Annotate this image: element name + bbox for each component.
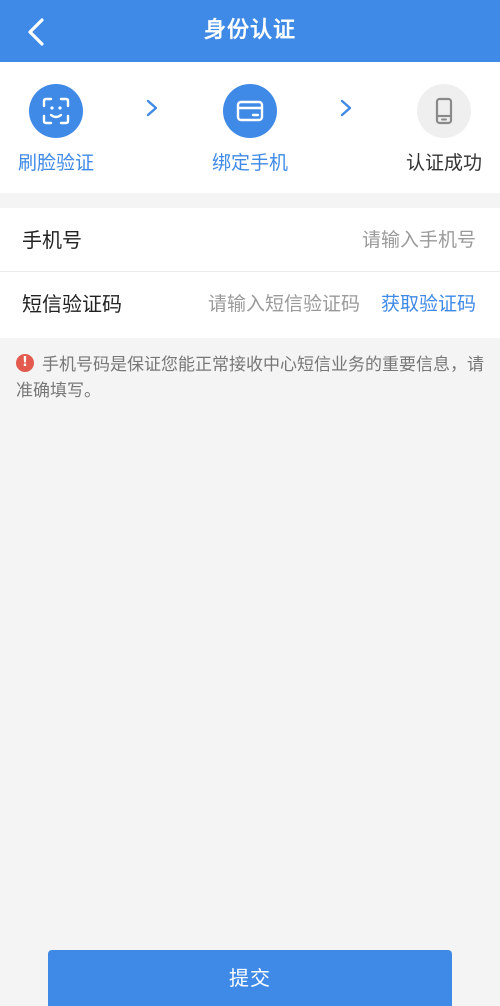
notice: ! 手机号码是保证您能正常接收中心短信业务的重要信息，请准确填写。	[16, 352, 484, 404]
step-label: 刷脸验证	[17, 152, 94, 174]
step-circle	[223, 84, 277, 138]
step-label: 认证成功	[405, 152, 482, 174]
step-circle	[417, 84, 471, 138]
identity-verification-page: 身份认证 刷脸验证 绑定手机 认证成功 手机号 请输入手机号 短信验证码 请输入…	[0, 0, 500, 1006]
top-bar: 身份认证	[0, 0, 500, 62]
get-code-button[interactable]: 获取验证码	[381, 272, 476, 336]
verification-form: 手机号 短信验证码 获取验证码	[0, 208, 500, 338]
face-scan-icon	[42, 97, 70, 125]
notice-text: 手机号码是保证您能正常接收中心短信业务的重要信息，请准确填写。	[16, 355, 484, 401]
sms-code-input[interactable]	[160, 284, 360, 324]
step-label: 绑定手机	[211, 152, 288, 174]
phone-icon	[435, 97, 453, 125]
sms-code-row: 短信验证码 获取验证码	[0, 272, 500, 338]
card-icon	[236, 100, 264, 122]
step-success: 认证成功	[384, 84, 500, 184]
step-circle	[29, 84, 83, 138]
chevron-right-icon	[340, 99, 352, 117]
submit-button[interactable]: 提交	[48, 950, 452, 1006]
chevron-right-icon	[146, 99, 158, 117]
step-face-verify: 刷脸验证	[0, 84, 116, 184]
progress-steps: 刷脸验证 绑定手机 认证成功	[0, 62, 500, 193]
page-title: 身份认证	[203, 18, 296, 43]
sms-code-label: 短信验证码	[22, 292, 122, 316]
phone-row: 手机号	[0, 208, 500, 272]
phone-input[interactable]	[216, 220, 476, 260]
phone-label: 手机号	[22, 228, 82, 252]
exclamation-circle-icon: !	[16, 354, 34, 372]
step-bind-phone: 绑定手机	[190, 84, 310, 184]
